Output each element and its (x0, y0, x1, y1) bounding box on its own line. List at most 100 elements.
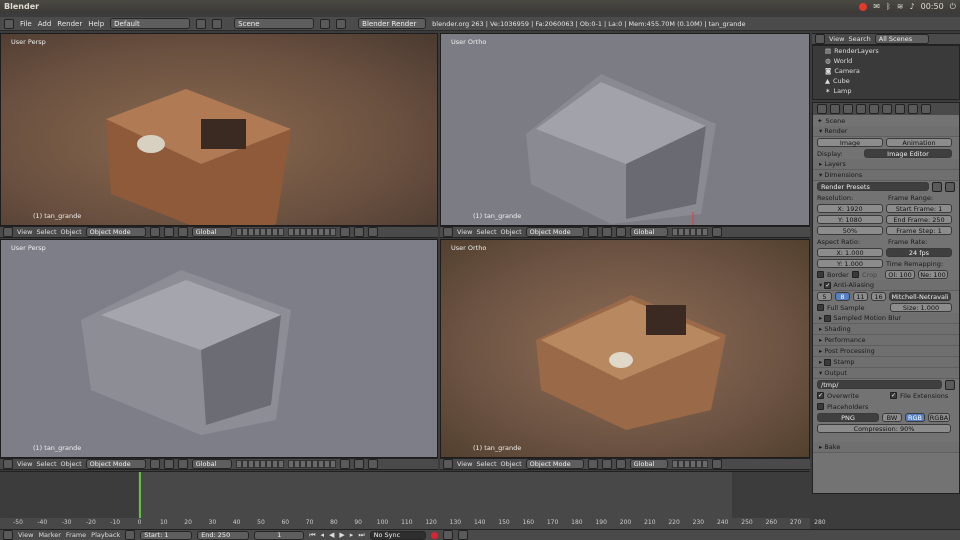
list-item[interactable]: ✶ Lamp (813, 86, 959, 96)
next-keyframe-icon[interactable]: ▸ (350, 531, 354, 539)
menu-view[interactable]: View (17, 228, 32, 236)
filter-size-field[interactable]: Size: 1.000 (890, 303, 952, 312)
modifier-tab-icon[interactable] (882, 104, 892, 114)
pivot-icon[interactable] (163, 459, 174, 469)
shading-icon[interactable] (587, 227, 598, 237)
menu-object[interactable]: Object (501, 460, 522, 468)
manipulator-icon[interactable] (177, 459, 188, 469)
play-icon[interactable]: ▶ (339, 531, 344, 539)
outliner-filter[interactable]: All Scenes (874, 34, 929, 44)
lock-icon[interactable] (711, 459, 722, 469)
fps-selector[interactable]: 24 fps (886, 248, 952, 257)
menu-file[interactable]: File (20, 20, 32, 28)
color-rgba-button[interactable]: RGBA (928, 413, 950, 422)
resolution-percentage-slider[interactable]: 50% (817, 226, 883, 235)
menu-view[interactable]: View (457, 228, 472, 236)
editor-type-icon[interactable] (3, 227, 13, 237)
aa-samples-8[interactable]: 8 (835, 292, 850, 301)
pivot-icon[interactable] (163, 227, 174, 237)
render-engine-selector[interactable]: Blender Render (358, 18, 427, 29)
render-image-button[interactable]: Image (817, 138, 883, 147)
shading-icon[interactable] (149, 227, 160, 237)
layer-buttons[interactable] (287, 460, 336, 468)
motion-blur-checkbox[interactable] (824, 314, 832, 322)
viewport-top-right[interactable]: User Ortho (1) tan_grande (440, 33, 810, 226)
resolution-y-field[interactable]: Y: 1080 (817, 215, 883, 224)
texture-tab-icon[interactable] (908, 104, 918, 114)
lock-icon[interactable] (711, 227, 722, 237)
editor-type-icon[interactable] (4, 18, 14, 29)
viewport-bottom-right[interactable]: User Ortho (1) tan_grande (440, 239, 810, 458)
render-icon[interactable] (367, 459, 378, 469)
layer-buttons[interactable] (235, 460, 284, 468)
remap-new-field[interactable]: Ne: 100 (918, 270, 948, 279)
end-field[interactable]: End: 250 (197, 530, 250, 540)
menu-add[interactable]: Add (38, 20, 52, 28)
menu-select[interactable]: Select (36, 228, 56, 236)
world-tab-icon[interactable] (843, 104, 853, 114)
outliner-view-menu[interactable]: View (829, 35, 844, 43)
color-bw-button[interactable]: BW (882, 413, 902, 422)
list-item[interactable]: ▲ Cube (813, 76, 959, 86)
timeline[interactable]: -50 -40 -30 -20 -10 0 10 20 30 40 50 60 70 80 90 100 110… (0, 471, 826, 529)
menu-select[interactable]: Select (476, 460, 496, 468)
frame-step-field[interactable]: Frame Step: 1 (886, 226, 952, 235)
current-frame-field[interactable]: 1 (254, 530, 305, 540)
display-selector[interactable]: Image Editor (864, 149, 952, 158)
render-animation-button[interactable]: Animation (886, 138, 952, 147)
resolution-x-field[interactable]: X: 1920 (817, 204, 883, 213)
pivot-icon[interactable] (601, 227, 612, 237)
layout-selector[interactable]: Default (110, 18, 191, 29)
viewport-bottom-left[interactable]: User Persp (1) tan_grande (0, 239, 438, 458)
render-icon[interactable] (367, 227, 378, 237)
viewport-top-left[interactable]: User Persp (1) tan_grande (0, 33, 438, 226)
orientation-selector[interactable]: Global (629, 459, 668, 469)
start-field[interactable]: Start: 1 (140, 530, 193, 540)
snap-icon[interactable] (353, 227, 364, 237)
power-icon[interactable]: ⏻ (950, 2, 956, 12)
wifi-icon[interactable]: ≋ (897, 2, 904, 11)
output-section-header[interactable]: ▾ Output (813, 368, 959, 379)
lock-icon[interactable] (339, 459, 350, 469)
menu-select[interactable]: Select (36, 460, 56, 468)
sync-selector[interactable]: No Sync (369, 530, 426, 540)
list-item[interactable]: ◙ Camera (813, 66, 959, 76)
orientation-selector[interactable]: Global (191, 459, 232, 469)
volume-icon[interactable]: ♪ (910, 2, 915, 11)
scene-add-icon[interactable] (320, 18, 331, 29)
lock-icon[interactable] (339, 227, 350, 237)
play-reverse-icon[interactable]: ◀ (329, 531, 334, 539)
preview-range-icon[interactable] (125, 530, 136, 540)
mode-selector[interactable]: Object Mode (85, 227, 146, 237)
orientation-selector[interactable]: Global (191, 227, 232, 237)
motion-blur-section-header[interactable]: ▸ Sampled Motion Blur (813, 313, 959, 324)
current-frame-line[interactable] (139, 472, 141, 518)
object-tab-icon[interactable] (856, 104, 866, 114)
render-presets-selector[interactable]: Render Presets (817, 182, 929, 191)
timeline-playback-menu[interactable]: Playback (91, 531, 120, 539)
overwrite-checkbox[interactable] (817, 392, 824, 399)
record-indicator-icon[interactable] (859, 2, 868, 11)
performance-section-header[interactable]: ▸ Performance (813, 335, 959, 346)
menu-view[interactable]: View (457, 460, 472, 468)
menu-object[interactable]: Object (61, 460, 82, 468)
mail-icon[interactable]: ✉ (873, 2, 880, 11)
aspect-x-field[interactable]: X: 1.000 (817, 248, 883, 257)
render-tab-icon[interactable] (817, 104, 827, 114)
editor-type-icon[interactable] (815, 34, 825, 44)
shading-icon[interactable] (149, 459, 160, 469)
folder-icon[interactable] (945, 379, 955, 390)
jump-end-icon[interactable]: ⏭ (358, 531, 364, 540)
manipulator-icon[interactable] (615, 459, 626, 469)
full-sample-checkbox[interactable] (817, 304, 824, 311)
menu-help[interactable]: Help (88, 20, 104, 28)
anti-aliasing-section-header[interactable]: ▾ Anti-Aliasing (813, 280, 959, 291)
crop-checkbox[interactable] (852, 271, 859, 278)
preset-add-icon[interactable] (932, 181, 942, 192)
shading-icon[interactable] (587, 459, 598, 469)
mode-selector[interactable]: Object Mode (85, 459, 146, 469)
editor-type-icon[interactable] (3, 459, 13, 469)
timeline-frame-menu[interactable]: Frame (66, 531, 86, 539)
aa-samples-11[interactable]: 11 (853, 292, 868, 301)
editor-type-icon[interactable] (443, 227, 453, 237)
